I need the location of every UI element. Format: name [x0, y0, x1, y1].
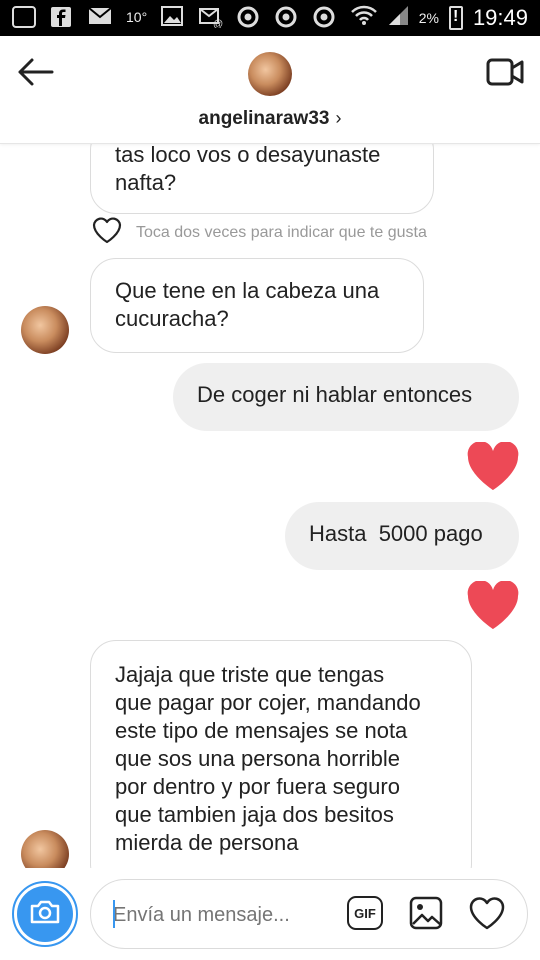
- camera-icon: [29, 898, 61, 931]
- message-line: por dentro y por fuera seguro: [115, 774, 400, 799]
- outgoing-message[interactable]: Hasta 5000 pago: [285, 502, 519, 570]
- message-text: Hasta 5000 pago: [309, 521, 483, 546]
- like-hint: Toca dos veces para indicar que te gusta: [92, 216, 427, 249]
- message-line: que sos una persona horrible: [115, 746, 400, 771]
- gif-button[interactable]: GIF: [347, 896, 383, 930]
- camera-button[interactable]: [12, 881, 78, 947]
- message-line: que pagar por cojer, mandando: [115, 690, 421, 715]
- chrome-icon: [313, 6, 337, 28]
- heart-outline-icon[interactable]: [92, 216, 122, 249]
- avatar[interactable]: [21, 830, 69, 868]
- message-line: tas loco vos o desayunaste: [115, 144, 381, 167]
- username-link[interactable]: angelinaraw33 ›: [0, 108, 540, 130]
- heart-outline-icon[interactable]: [469, 896, 505, 930]
- battery-percent: 2%: [418, 9, 439, 26]
- message-line: que tambien jaja dos besitos: [115, 802, 394, 827]
- message-input[interactable]: [113, 900, 333, 930]
- message-line: Jajaja que triste que tengas: [115, 662, 385, 687]
- video-call-icon[interactable]: [486, 56, 526, 88]
- messaging-icon: [12, 6, 36, 28]
- message-thread[interactable]: tas loco vos o desayunaste nafta? Toca d…: [0, 144, 540, 868]
- message-line: este tipo de mensajes se nota: [115, 718, 408, 743]
- svg-text:@: @: [213, 19, 223, 28]
- back-arrow-icon[interactable]: [16, 54, 56, 90]
- chevron-right-icon: ›: [335, 108, 342, 128]
- heart-reaction-icon[interactable]: [466, 441, 520, 492]
- mail-icon: [88, 6, 112, 28]
- avatar[interactable]: [248, 52, 292, 96]
- message-composer: GIF: [0, 868, 540, 960]
- message-line: mierda de persona: [115, 830, 299, 855]
- incoming-message[interactable]: tas loco vos o desayunaste nafta?: [90, 144, 434, 214]
- text-cursor: [113, 900, 115, 928]
- status-bar: 10° @ 2% 19:49: [0, 0, 540, 36]
- chrome-icon: [237, 6, 261, 28]
- username: angelinaraw33: [198, 108, 330, 129]
- avatar[interactable]: [21, 306, 69, 354]
- message-text: De coger ni hablar entonces: [197, 382, 473, 407]
- incoming-message[interactable]: Jajaja que triste que tengas que pagar p…: [90, 640, 472, 868]
- outgoing-message[interactable]: De coger ni hablar entonces: [173, 363, 519, 431]
- message-line: cucuracha?: [115, 306, 229, 331]
- chrome-icon: [275, 6, 299, 28]
- message-box[interactable]: GIF: [90, 879, 528, 949]
- hint-text: Toca dos veces para indicar que te gusta: [136, 223, 427, 241]
- temperature: 10°: [126, 9, 148, 25]
- battery-icon: [448, 5, 463, 30]
- clock: 19:49: [472, 4, 528, 30]
- facebook-icon: [50, 6, 74, 28]
- incoming-message[interactable]: Que tene en la cabeza una cucuracha?: [90, 258, 424, 353]
- wifi-icon: [350, 4, 377, 31]
- heart-reaction-icon[interactable]: [466, 580, 520, 631]
- image-gallery-icon[interactable]: [409, 896, 443, 930]
- email-at-icon: @: [199, 6, 223, 30]
- message-line: nafta?: [115, 170, 177, 195]
- gallery-icon: [161, 6, 185, 28]
- message-line: Que tene en la cabeza una: [115, 278, 380, 303]
- signal-icon: [387, 4, 409, 31]
- chat-header: angelinaraw33 ›: [0, 36, 540, 144]
